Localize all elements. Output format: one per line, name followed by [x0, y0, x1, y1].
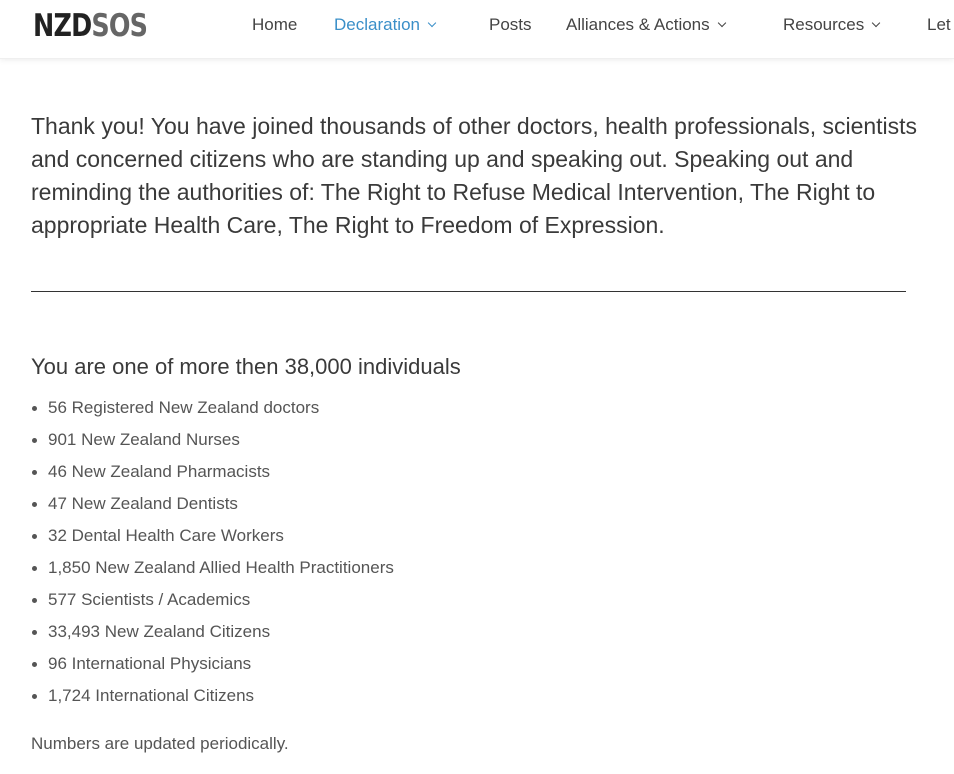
chevron-down-icon [717, 18, 726, 28]
bullet-icon [32, 406, 37, 411]
list-item: 96 International Physicians [31, 648, 394, 680]
bullet-icon [32, 630, 37, 635]
list-item-text: 47 New Zealand Dentists [48, 494, 238, 513]
bullet-icon [32, 470, 37, 475]
bullet-icon [32, 534, 37, 539]
list-item-text: 1,724 International Citizens [48, 686, 255, 705]
thank-you-message: Thank you! You have joined thousands of … [31, 113, 918, 238]
section-divider [31, 291, 906, 292]
signatory-count-heading: You are one of more then 38,000 individu… [31, 354, 461, 379]
nav-item-label: Home [252, 15, 298, 34]
list-item-text: 901 New Zealand Nurses [48, 430, 240, 449]
chevron-down-icon [427, 18, 437, 28]
list-item: 1,724 International Citizens [31, 680, 394, 712]
bullet-icon [32, 662, 37, 667]
nav-item-label: Resources [783, 15, 865, 34]
list-item-text: 1,850 New Zealand Allied Health Practiti… [48, 558, 394, 577]
main-nav: Home Declaration Posts Alliances & Actio… [0, 0, 954, 52]
nav-item-alliances-actions[interactable]: Alliances & Actions [566, 15, 726, 35]
site-header: NZD SOS Home Declaration Posts Alliances … [0, 0, 954, 59]
list-item-text: 56 Registered New Zealand doctors [48, 398, 320, 417]
nav-item-let[interactable]: Let [927, 15, 951, 35]
list-item-text: 96 International Physicians [48, 654, 252, 673]
nav-item-label: Alliances & Actions [566, 15, 710, 34]
bullet-icon [32, 438, 37, 443]
list-item-text: 577 Scientists / Academics [48, 590, 251, 609]
list-item: 577 Scientists / Academics [31, 584, 394, 616]
bullet-icon [32, 566, 37, 571]
nav-item-home[interactable]: Home [252, 15, 297, 35]
nav-item-label: Let [927, 15, 951, 34]
bullet-icon [32, 694, 37, 699]
bullet-icon [32, 598, 37, 603]
chevron-down-icon [872, 18, 881, 28]
list-item-text: 46 New Zealand Pharmacists [48, 462, 271, 481]
list-item: 33,493 New Zealand Citizens [31, 616, 394, 648]
bullet-icon [32, 502, 37, 507]
list-item-text: 33,493 New Zealand Citizens [48, 622, 271, 641]
list-item-text: 32 Dental Health Care Workers [48, 526, 284, 545]
nav-item-resources[interactable]: Resources [783, 15, 881, 35]
nav-item-posts[interactable]: Posts [489, 15, 532, 35]
signatory-stats-list: 56 Registered New Zealand doctors 901 Ne… [31, 392, 394, 712]
nav-item-declaration[interactable]: Declaration [334, 15, 437, 35]
nav-item-label: Declaration [334, 15, 420, 34]
update-note: Numbers are updated periodically. [31, 734, 289, 753]
list-item: 47 New Zealand Dentists [31, 488, 394, 520]
list-item: 1,850 New Zealand Allied Health Practiti… [31, 552, 394, 584]
nav-item-label: Posts [489, 15, 532, 34]
list-item: 901 New Zealand Nurses [31, 424, 394, 456]
list-item: 46 New Zealand Pharmacists [31, 456, 394, 488]
list-item: 32 Dental Health Care Workers [31, 520, 394, 552]
list-item: 56 Registered New Zealand doctors [31, 392, 394, 424]
